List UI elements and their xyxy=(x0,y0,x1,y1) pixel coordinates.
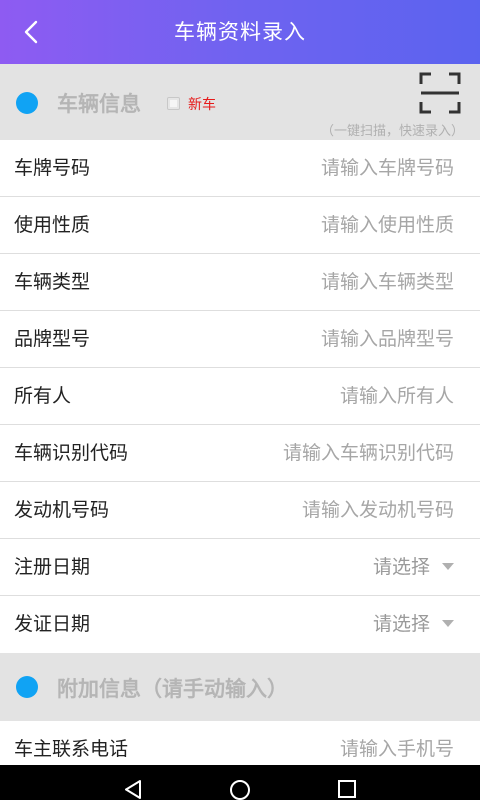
engine-number-input[interactable] xyxy=(194,492,454,528)
brand-model-input[interactable] xyxy=(194,321,454,357)
dropdown-caret-icon[interactable] xyxy=(442,563,454,570)
scan-frame-icon[interactable] xyxy=(419,72,461,114)
dropdown-caret-icon[interactable] xyxy=(442,620,454,627)
vin-input[interactable] xyxy=(194,435,454,471)
field-label: 注册日期 xyxy=(14,556,91,578)
issue-date-select[interactable]: 发证日期 请选择 xyxy=(0,596,480,653)
vehicle-type-input[interactable] xyxy=(194,264,454,300)
vehicle-section-header: 车辆信息 新车 （一键扫描，快速录入） xyxy=(0,64,480,140)
field-label: 车牌号码 xyxy=(14,157,91,179)
page-title: 车辆资料录入 xyxy=(174,20,306,44)
form-row-owner-phone: 车主联系电话 xyxy=(0,721,480,765)
form-row-engine: 发动机号码 xyxy=(0,482,480,539)
nav-recents-icon[interactable] xyxy=(337,779,357,799)
registration-date-select[interactable]: 注册日期 请选择 xyxy=(0,539,480,596)
extra-section-header: 附加信息（请手动输入） xyxy=(0,653,480,721)
section-dot-icon xyxy=(16,676,38,698)
field-label: 车辆识别代码 xyxy=(14,442,129,464)
new-car-label[interactable]: 新车 xyxy=(188,94,216,114)
field-label: 所有人 xyxy=(14,385,72,407)
form-row-vehicle-type: 车辆类型 xyxy=(0,254,480,311)
new-car-checkbox[interactable] xyxy=(167,97,180,110)
form-row-plate: 车牌号码 xyxy=(0,140,480,197)
section-dot-icon xyxy=(16,92,38,114)
form-row-usage: 使用性质 xyxy=(0,197,480,254)
scan-hint-text: （一键扫描，快速录入） xyxy=(320,124,464,139)
form-row-owner: 所有人 xyxy=(0,368,480,425)
app-header: 车辆资料录入 xyxy=(0,0,480,64)
field-label: 车辆类型 xyxy=(14,271,91,293)
usage-nature-input[interactable] xyxy=(194,207,454,243)
extra-section-title: 附加信息（请手动输入） xyxy=(57,677,288,701)
system-nav-bar xyxy=(0,765,480,800)
vehicle-section-title: 车辆信息 xyxy=(57,92,141,116)
nav-home-icon[interactable] xyxy=(229,779,251,801)
field-label: 使用性质 xyxy=(14,214,91,236)
form-row-brand-model: 品牌型号 xyxy=(0,311,480,368)
field-label: 车主联系电话 xyxy=(14,738,129,760)
field-label: 发动机号码 xyxy=(14,499,110,521)
field-label: 品牌型号 xyxy=(14,328,91,350)
nav-back-icon[interactable] xyxy=(124,779,142,800)
owner-phone-input[interactable] xyxy=(194,731,454,765)
select-value[interactable]: 请选择 xyxy=(373,596,430,652)
select-value[interactable]: 请选择 xyxy=(373,539,430,595)
form-row-vin: 车辆识别代码 xyxy=(0,425,480,482)
owner-input[interactable] xyxy=(194,378,454,414)
field-label: 发证日期 xyxy=(14,613,91,635)
plate-number-input[interactable] xyxy=(194,150,454,186)
